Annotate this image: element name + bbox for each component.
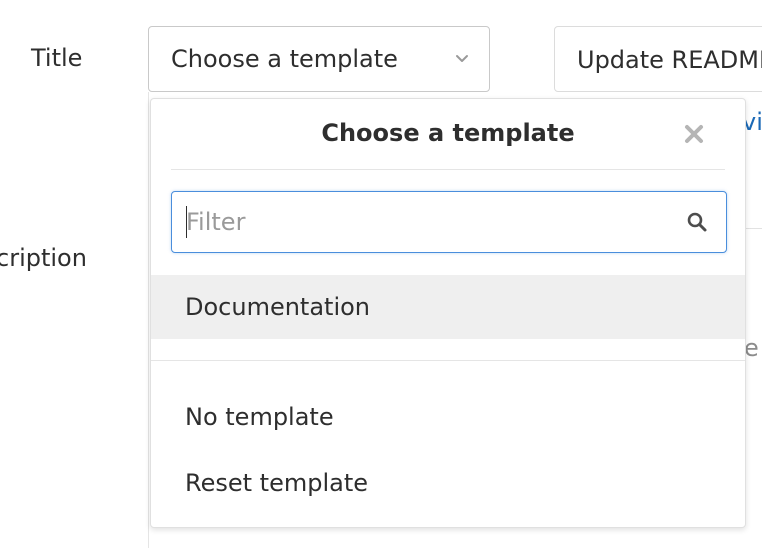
description-label: cription [0,244,87,272]
title-input[interactable]: Update README.md [554,26,762,92]
filter-input[interactable] [172,192,662,252]
title-label: Title [31,44,83,72]
form-divider-line [148,92,149,548]
dropdown-title: Choose a template [321,119,575,147]
page: Title cription Choose a template Update … [0,0,762,548]
dropdown-divider [151,360,745,361]
template-dropdown-menu: Choose a template Documentation No templ… [150,98,746,528]
background-text-fragment: e [744,334,759,362]
close-icon[interactable] [683,123,705,145]
background-divider [746,228,762,229]
dropdown-header: Choose a template [171,99,725,170]
text-caret [186,206,187,238]
dropdown-item-reset-template[interactable]: Reset template [151,451,745,515]
search-icon [687,212,707,232]
template-dropdown-toggle-label: Choose a template [171,45,398,73]
chevron-down-icon [456,55,468,62]
filter-field [171,191,727,253]
template-dropdown-toggle[interactable]: Choose a template [148,26,490,92]
dropdown-item-documentation[interactable]: Documentation [151,275,745,339]
dropdown-item-no-template[interactable]: No template [151,385,745,449]
